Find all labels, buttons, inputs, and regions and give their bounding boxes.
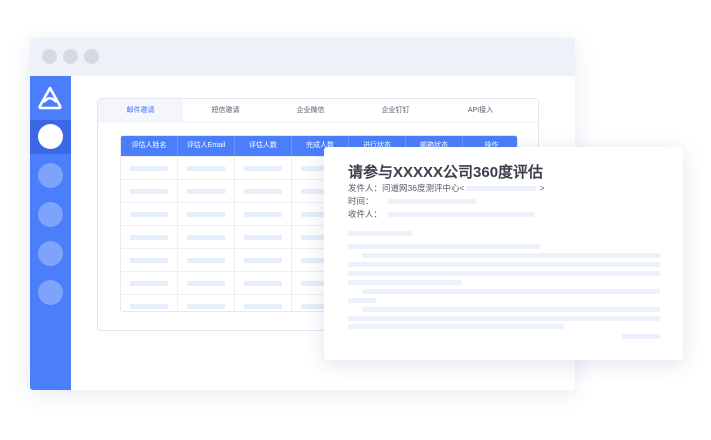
cell-placeholder — [187, 235, 225, 240]
sidebar-item-1[interactable] — [38, 124, 63, 149]
time-label: 时间： — [348, 196, 374, 206]
sender-value: 问道网36度测评中心< — [382, 183, 465, 193]
body-line — [348, 324, 564, 329]
body-line — [362, 307, 660, 312]
window-minimize-dot[interactable] — [63, 49, 78, 64]
body-line — [348, 298, 376, 303]
cell-placeholder — [244, 166, 282, 171]
table-cell — [178, 295, 235, 311]
table-cell — [121, 157, 178, 180]
table-cell — [235, 157, 292, 180]
cell-placeholder — [187, 258, 225, 263]
sender-email-placeholder — [466, 185, 537, 191]
table-cell — [178, 180, 235, 203]
table-cell — [178, 272, 235, 295]
table-cell — [178, 157, 235, 180]
col-evaluator-name[interactable]: 评估人姓名 — [121, 136, 178, 156]
cell-placeholder — [130, 189, 168, 194]
window-titlebar — [30, 38, 575, 76]
cell-placeholder — [187, 281, 225, 286]
cell-placeholder — [244, 235, 282, 240]
sender-label: 发件人： — [348, 183, 383, 193]
cell-placeholder — [187, 166, 225, 171]
col-evaluator-email[interactable]: 评估人Email — [178, 136, 235, 156]
cell-placeholder — [244, 258, 282, 263]
cell-placeholder — [244, 304, 282, 309]
email-subject: 请参与XXXXX公司360度评估 — [348, 164, 544, 181]
table-cell — [235, 295, 292, 311]
cell-placeholder — [130, 258, 168, 263]
tab-sms-invite[interactable]: 短信邀请 — [183, 99, 268, 123]
table-cell — [121, 295, 178, 311]
table-cell — [121, 249, 178, 272]
cell-placeholder — [130, 166, 168, 171]
table-cell — [235, 272, 292, 295]
cell-placeholder — [130, 281, 168, 286]
body-line — [348, 231, 412, 236]
table-cell — [121, 180, 178, 203]
sidebar — [30, 76, 71, 390]
signature-line — [622, 334, 660, 339]
table-cell — [178, 226, 235, 249]
table-cell — [235, 180, 292, 203]
cell-placeholder — [130, 304, 168, 309]
sender-value-end: > — [539, 183, 545, 193]
brand-logo-icon[interactable] — [36, 85, 64, 111]
body-line — [348, 244, 540, 249]
tab-wecom[interactable]: 企业微信 — [268, 99, 353, 123]
cell-placeholder — [244, 281, 282, 286]
sidebar-item-4[interactable] — [38, 241, 63, 266]
cell-placeholder — [187, 304, 225, 309]
body-line — [348, 316, 660, 321]
window-close-dot[interactable] — [42, 49, 57, 64]
tab-api[interactable]: API接入 — [438, 99, 523, 123]
tab-email-invite[interactable]: 邮件邀请 — [98, 99, 183, 123]
cell-placeholder — [130, 235, 168, 240]
cell-placeholder — [244, 189, 282, 194]
time-row: 时间： — [348, 196, 374, 206]
sidebar-item-2[interactable] — [38, 163, 63, 188]
body-line — [362, 253, 660, 258]
invite-tabs: 邮件邀请 短信邀请 企业微信 企业钉钉 API接入 — [98, 99, 538, 123]
cell-placeholder — [244, 212, 282, 217]
sidebar-item-3[interactable] — [38, 202, 63, 227]
recipient-label: 收件人： — [348, 209, 383, 219]
email-preview-card: 请参与XXXXX公司360度评估 发件人：问道网36度测评中心< > 时间： 收件… — [324, 147, 683, 360]
recipient-row: 收件人： — [348, 209, 382, 219]
sidebar-item-5[interactable] — [38, 280, 63, 305]
cell-placeholder — [187, 189, 225, 194]
table-cell — [121, 272, 178, 295]
body-line — [348, 262, 660, 267]
table-cell — [121, 203, 178, 226]
tab-dingtalk[interactable]: 企业钉钉 — [353, 99, 438, 123]
body-line — [362, 289, 660, 294]
table-cell — [178, 203, 235, 226]
time-placeholder — [388, 199, 476, 204]
cell-placeholder — [130, 212, 168, 217]
table-cell — [121, 226, 178, 249]
table-cell — [235, 226, 292, 249]
table-cell — [235, 203, 292, 226]
window-maximize-dot[interactable] — [84, 49, 99, 64]
body-line — [348, 280, 462, 285]
cell-placeholder — [187, 212, 225, 217]
body-line — [348, 271, 660, 276]
recipient-placeholder — [388, 212, 534, 217]
table-cell — [235, 249, 292, 272]
table-cell — [178, 249, 235, 272]
col-evaluator-count[interactable]: 评估人数 — [235, 136, 292, 156]
sender-row: 发件人：问道网36度测评中心< > — [348, 183, 544, 193]
